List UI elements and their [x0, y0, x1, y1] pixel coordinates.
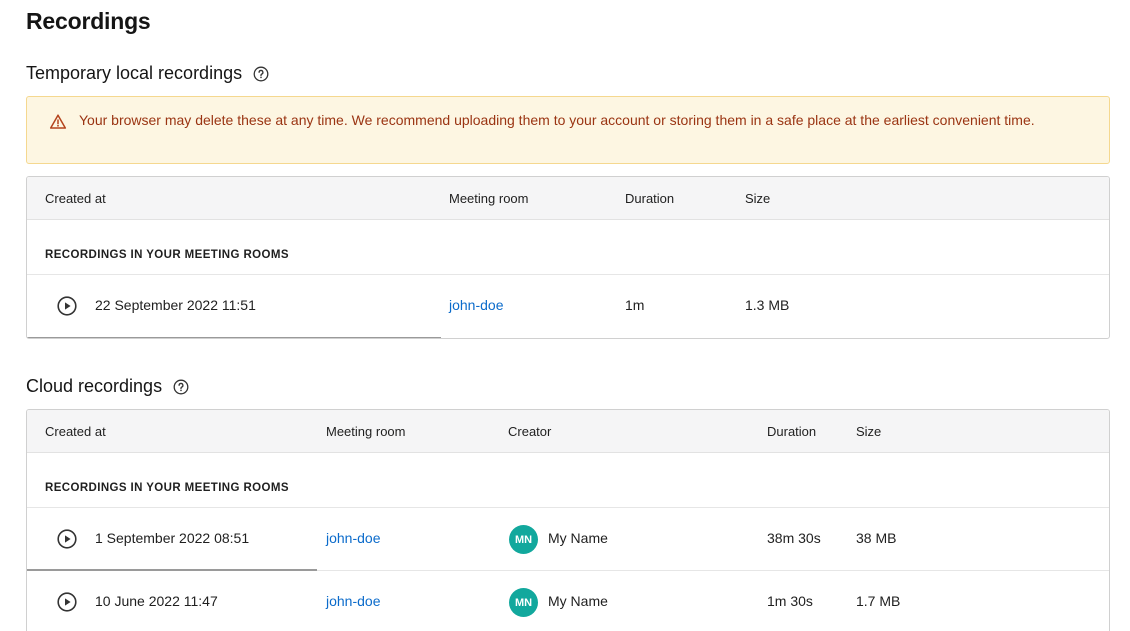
- meeting-room-link[interactable]: john-doe: [326, 593, 381, 609]
- avatar: MN: [509, 525, 538, 554]
- creator-name: My Name: [548, 530, 608, 546]
- created-at: 10 June 2022 11:47: [95, 593, 218, 609]
- warning-triangle-icon: [49, 113, 67, 131]
- cloud-recordings-table: Created at Meeting room Creator Duration…: [26, 409, 1110, 631]
- play-circle-icon[interactable]: [57, 592, 77, 612]
- size: 1.7 MB: [856, 593, 901, 609]
- creator-name: My Name: [548, 593, 608, 609]
- meeting-room-link[interactable]: john-doe: [326, 530, 381, 546]
- created-at: 22 September 2022 11:51: [95, 297, 256, 313]
- page-title: Recordings: [26, 8, 151, 34]
- column-meeting-room[interactable]: Meeting room: [326, 424, 405, 439]
- duration: 1m: [625, 297, 645, 313]
- warning-banner: Your browser may delete these at any tim…: [26, 96, 1110, 164]
- column-created-at[interactable]: Created at: [45, 424, 106, 439]
- column-size[interactable]: Size: [856, 424, 881, 439]
- local-recordings-title-text: Temporary local recordings: [26, 63, 243, 83]
- column-created-at[interactable]: Created at: [45, 191, 106, 206]
- group-row: RECORDINGS IN YOUR MEETING ROOMS: [27, 220, 1109, 275]
- table-row[interactable]: 22 September 2022 11:51 john-doe 1m 1.3 …: [27, 275, 1109, 338]
- cloud-recordings-title-text: Cloud recordings: [26, 376, 163, 396]
- created-at: 1 September 2022 08:51: [95, 530, 250, 546]
- local-recordings-table: Created at Meeting room Duration Size RE…: [26, 176, 1110, 339]
- column-duration[interactable]: Duration: [767, 424, 816, 439]
- duration: 1m 30s: [767, 593, 813, 609]
- play-circle-icon[interactable]: [57, 529, 77, 549]
- table-row[interactable]: 1 September 2022 08:51 john-doe MN My Na…: [27, 508, 1109, 571]
- avatar: MN: [509, 588, 538, 617]
- column-meeting-room[interactable]: Meeting room: [449, 191, 528, 206]
- row-focus-indicator: [27, 337, 441, 338]
- play-circle-icon[interactable]: [57, 296, 77, 316]
- help-circle-icon[interactable]: [253, 66, 269, 82]
- group-row: RECORDINGS IN YOUR MEETING ROOMS: [27, 453, 1109, 508]
- column-size[interactable]: Size: [745, 191, 770, 206]
- column-duration[interactable]: Duration: [625, 191, 674, 206]
- help-circle-icon[interactable]: [173, 379, 189, 395]
- meeting-room-link[interactable]: john-doe: [449, 297, 504, 313]
- cloud-recordings-title: Cloud recordings: [26, 376, 189, 397]
- size: 1.3 MB: [745, 297, 790, 313]
- table-header: Created at Meeting room Creator Duration…: [27, 410, 1109, 453]
- duration: 38m 30s: [767, 530, 821, 546]
- local-recordings-title: Temporary local recordings: [26, 63, 269, 84]
- table-header: Created at Meeting room Duration Size: [27, 177, 1109, 220]
- group-label: RECORDINGS IN YOUR MEETING ROOMS: [45, 482, 289, 494]
- warning-text: Your browser may delete these at any tim…: [79, 112, 1035, 128]
- table-row[interactable]: 10 June 2022 11:47 john-doe MN My Name 1…: [27, 571, 1109, 631]
- column-creator[interactable]: Creator: [508, 424, 551, 439]
- size: 38 MB: [856, 530, 897, 546]
- group-label: RECORDINGS IN YOUR MEETING ROOMS: [45, 249, 289, 261]
